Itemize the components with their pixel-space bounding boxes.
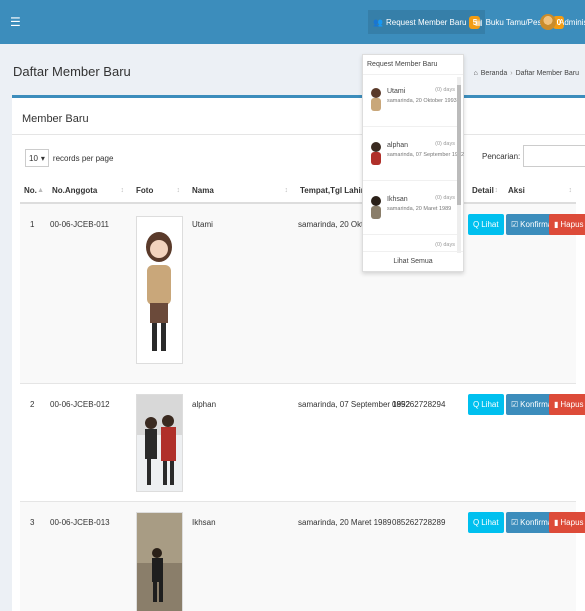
dropdown-item-time: (0) days	[435, 195, 455, 201]
user-name: Administrator	[559, 17, 585, 27]
table-header: No. ▲ No.Anggota ↕ Foto ↕ Nama ↕ Tempat,Tgl …	[20, 176, 576, 204]
member-photo	[136, 216, 183, 364]
row-nama: alphan	[192, 400, 217, 409]
breadcrumb: ⌂ Beranda › Daftar Member Baru	[474, 70, 579, 77]
lihat-button[interactable]: Q Lihat	[468, 214, 504, 235]
trash-icon: ▮	[554, 220, 559, 229]
dropdown-item-sub: samarinda, 20 Oktober 1993	[387, 98, 457, 104]
avatar	[371, 142, 381, 165]
breadcrumb-home[interactable]: Beranda	[481, 70, 507, 77]
dropdown-item-name: alphan	[387, 142, 409, 149]
search-icon: Q	[473, 518, 480, 527]
hapus-button[interactable]: ▮ Hapus	[549, 214, 585, 235]
page-title: Daftar Member Baru	[13, 64, 131, 79]
records-value: 10	[29, 153, 38, 163]
row-anggota: 00-06-JCEB-012	[50, 400, 110, 409]
book-icon: ▤	[475, 17, 483, 27]
dropdown-item[interactable]: alphan samarinda, 07 September 1992 (0) …	[363, 131, 464, 181]
table-row: 3 00-06-JCEB-013 Ikhsan samarinda, 20 Ma…	[20, 502, 585, 611]
user-menu[interactable]: Administrator	[540, 10, 585, 34]
breadcrumb-current: Daftar Member Baru	[515, 70, 579, 77]
scrollbar-thumb[interactable]	[457, 85, 461, 205]
row-anggota: 00-06-JCEB-011	[50, 220, 109, 229]
records-select[interactable]: 10 ▾	[25, 149, 49, 167]
search-label: Pencarian:	[482, 151, 521, 161]
avatar	[371, 88, 381, 111]
request-member-dropdown: Request Member Baru Utami samarinda, 20 …	[362, 54, 464, 272]
row-ttl: samarinda, 20 Maret 1989	[298, 518, 392, 527]
request-member-menu[interactable]: 👥 Request Member Baru 5	[368, 10, 486, 34]
col-no[interactable]: No. ▲	[24, 176, 46, 204]
row-anggota: 00-06-JCEB-013	[50, 518, 110, 527]
dropdown-item-sub: samarinda, 07 September 1992	[387, 152, 465, 158]
member-box: Member Baru 10 ▾ records per page Pencar…	[12, 95, 585, 611]
dropdown-item[interactable]: Utami samarinda, 20 Oktober 1993 (0) day…	[363, 77, 459, 127]
users-icon: 👥	[373, 17, 383, 27]
row-no: 1	[30, 220, 35, 229]
trash-icon: ▮	[554, 518, 559, 527]
search-icon: Q	[473, 400, 480, 409]
request-member-label: Request Member Baru	[385, 17, 467, 27]
hapus-button[interactable]: ▮ Hapus	[549, 394, 585, 415]
hamburger-icon[interactable]: ☰	[10, 16, 21, 28]
row-nama: Ikhsan	[192, 518, 216, 527]
col-nama[interactable]: Nama ↕	[184, 176, 292, 204]
member-photo	[136, 394, 183, 492]
chevron-down-icon: ▾	[40, 153, 45, 163]
divider	[12, 134, 585, 135]
lihat-semua-link[interactable]: Lihat Semua	[363, 251, 463, 271]
breadcrumb-separator: ›	[510, 70, 513, 77]
dropdown-item-time: (0) days	[435, 141, 455, 147]
dropdown-item-name: Ikhsan	[387, 196, 408, 203]
col-detail[interactable]: Detail ↕	[466, 176, 502, 204]
row-no: 3	[30, 518, 35, 527]
trash-icon: ▮	[554, 400, 559, 409]
row-no: 2	[30, 400, 35, 409]
search-icon: Q	[473, 220, 480, 229]
lihat-button[interactable]: Q Lihat	[468, 512, 504, 533]
dropdown-item[interactable]: Ikhsan samarinda, 20 Maret 1989 (0) days	[363, 185, 459, 235]
dropdown-scrollbar[interactable]	[457, 77, 461, 253]
search: Pencarian:	[482, 145, 585, 167]
records-per-page: 10 ▾ records per page	[25, 149, 113, 167]
col-aksi[interactable]: Aksi ↕	[502, 176, 576, 204]
row-nama: Utami	[192, 220, 213, 229]
row-telp: 085262728289	[392, 518, 446, 527]
avatar	[371, 196, 381, 219]
dropdown-item-name: Utami	[387, 88, 406, 95]
box-title: Member Baru	[22, 113, 89, 125]
col-anggota[interactable]: No.Anggota ↕	[46, 176, 128, 204]
table-row: 1 00-06-JCEB-011 Utami samarinda, 20 Okt…	[20, 204, 585, 384]
check-icon: ☑	[511, 400, 519, 409]
dropdown-item-sub: samarinda, 20 Maret 1989	[387, 206, 452, 212]
check-icon: ☑	[511, 220, 519, 229]
top-navbar: ☰ 👥 Request Member Baru 5 ▤ Buku Tamu/Pe…	[0, 0, 585, 44]
avatar	[540, 14, 556, 30]
row-telp: 085262728294	[392, 400, 446, 409]
hapus-button[interactable]: ▮ Hapus	[549, 512, 585, 533]
member-photo	[136, 512, 183, 611]
dropdown-item-time: (0) days	[435, 242, 455, 248]
dropdown-item-time: (0) days	[435, 87, 455, 93]
dropdown-header: Request Member Baru	[363, 55, 463, 75]
search-input[interactable]	[523, 145, 585, 167]
lihat-button[interactable]: Q Lihat	[468, 394, 504, 415]
check-icon: ☑	[511, 518, 519, 527]
home-icon: ⌂	[473, 70, 478, 77]
records-label: records per page	[52, 153, 114, 163]
col-foto[interactable]: Foto ↕	[128, 176, 184, 204]
table-row: 2 00-06-JCEB-012 alphan samarinda, 07 Se…	[20, 384, 585, 502]
